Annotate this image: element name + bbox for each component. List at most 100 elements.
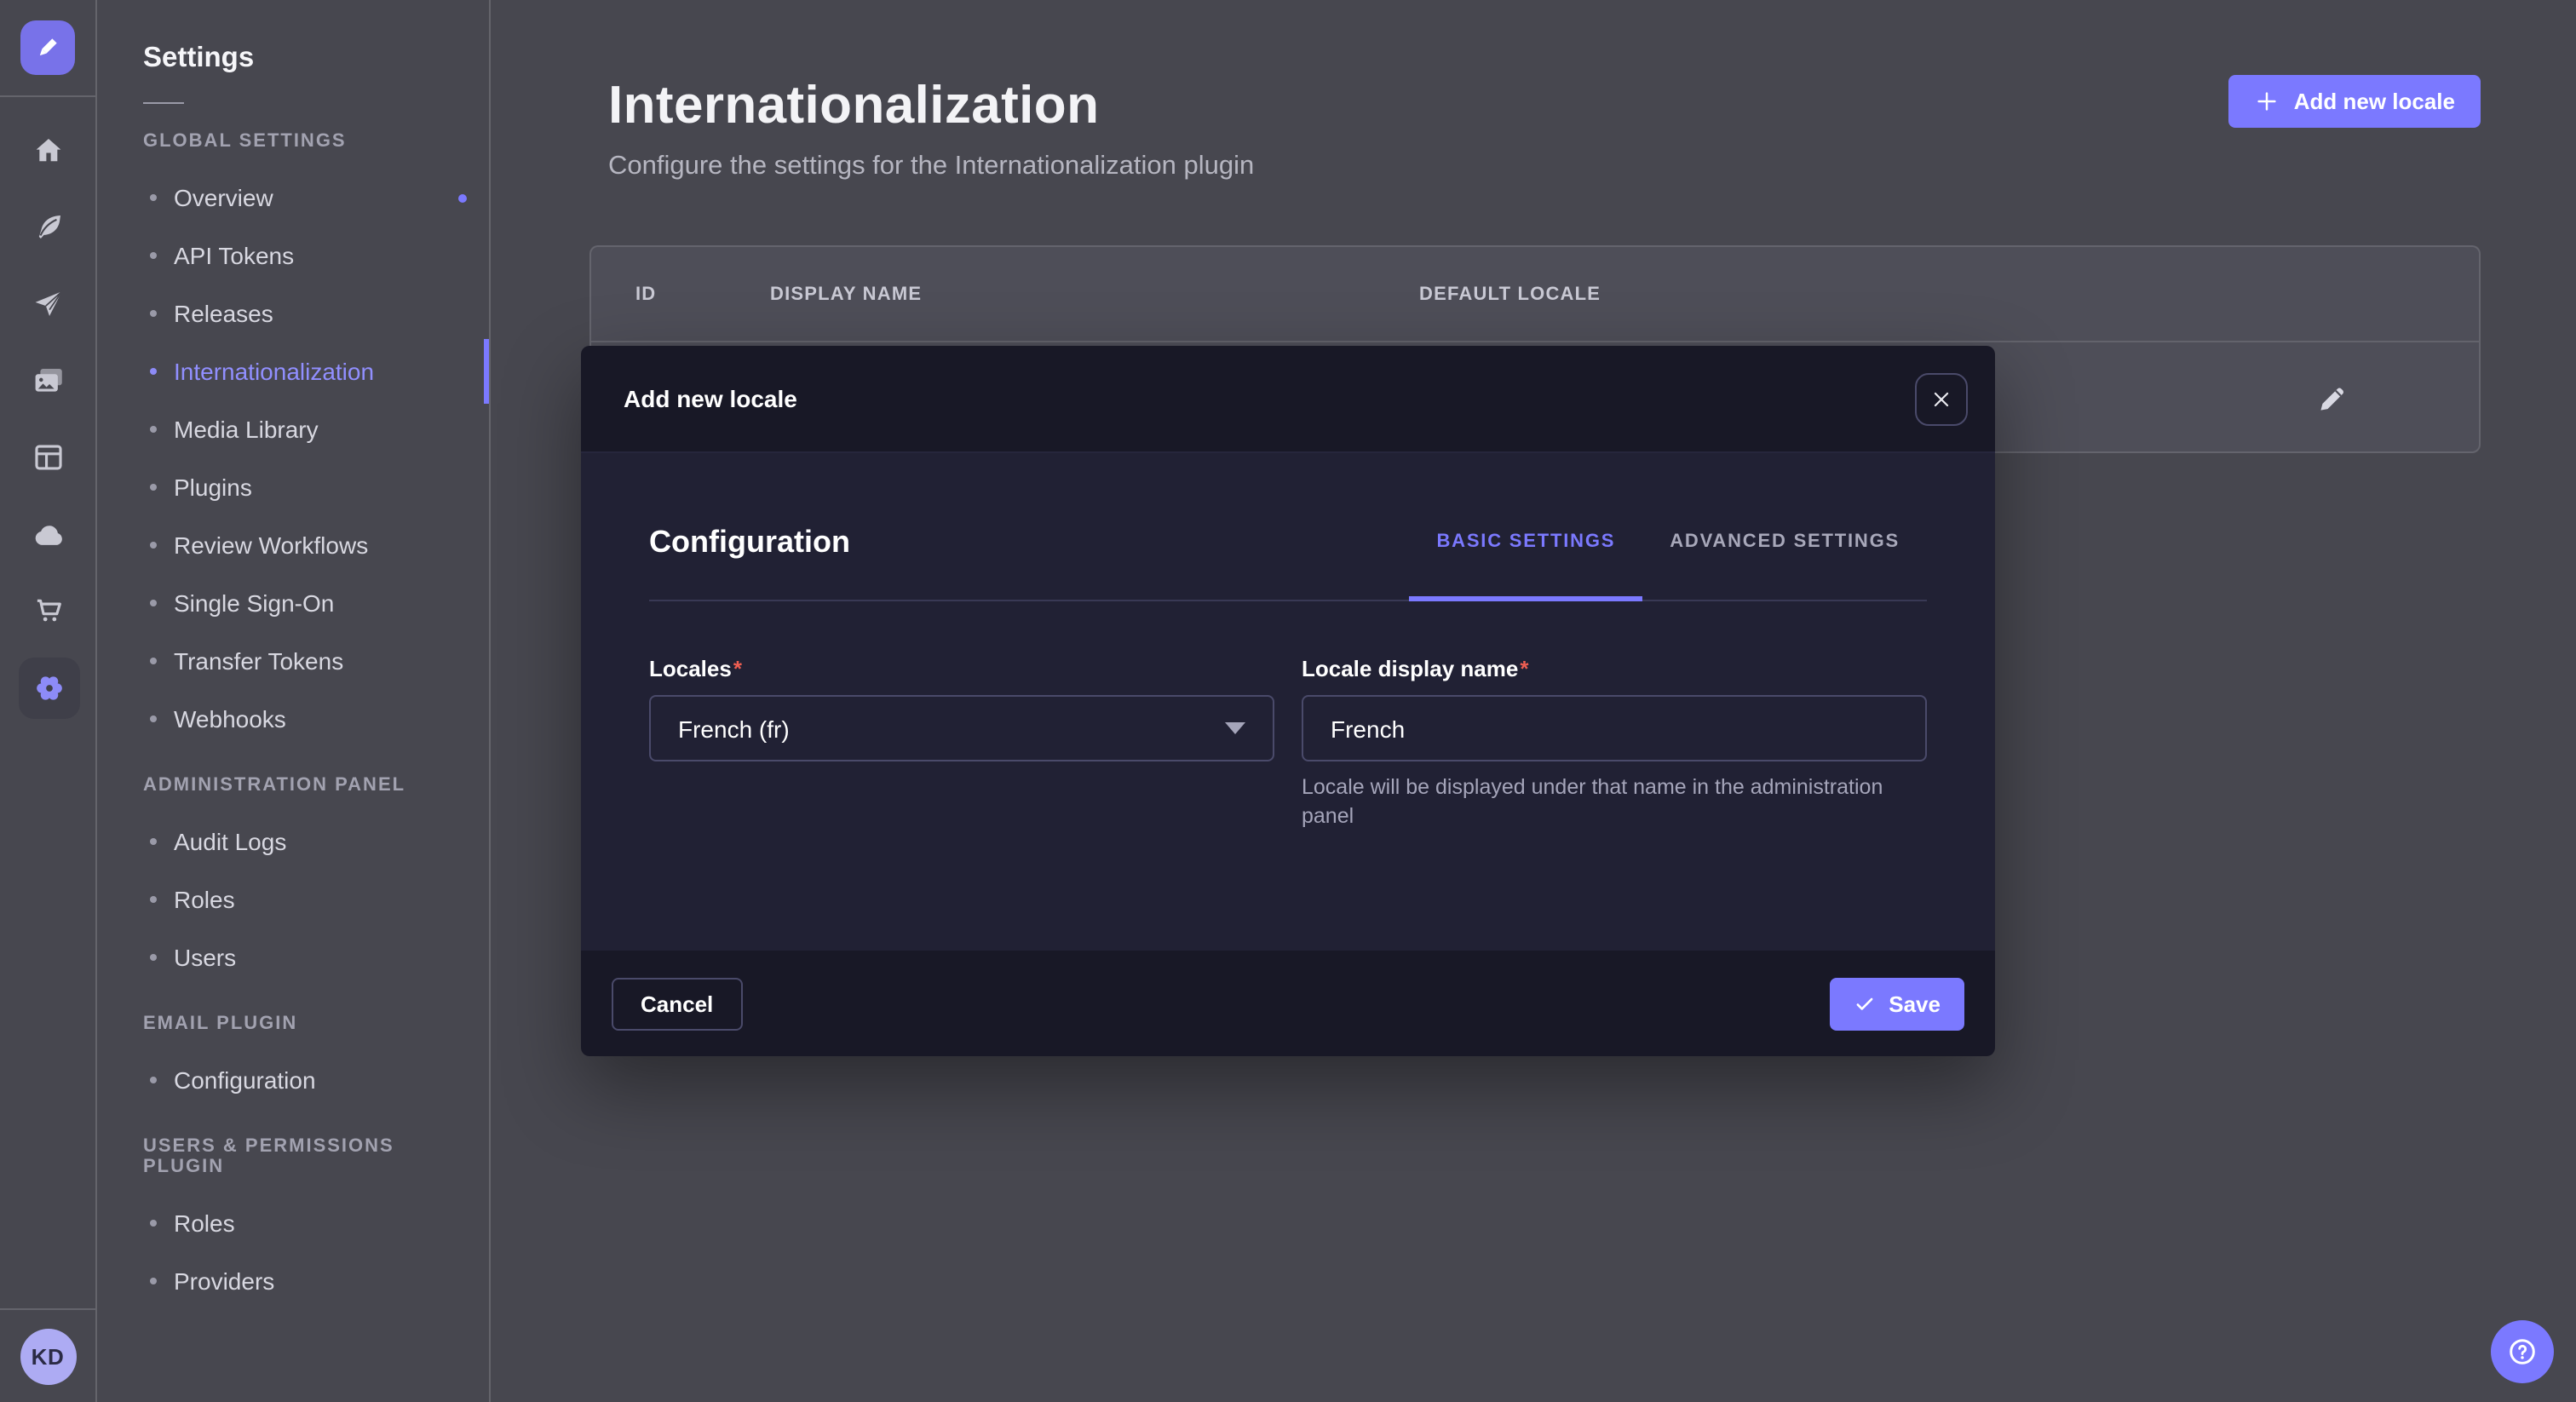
- sidebar-item-label: Media Library: [174, 416, 319, 443]
- logo-container: [0, 0, 95, 97]
- locales-select[interactable]: French (fr): [649, 695, 1274, 761]
- close-modal-button[interactable]: [1915, 372, 1968, 425]
- column-header-default-locale: DEFAULT LOCALE: [1419, 284, 2479, 304]
- settings-gear-icon[interactable]: [0, 649, 97, 726]
- sidebar-item-label: Review Workflows: [174, 531, 368, 559]
- display-name-input[interactable]: [1302, 695, 1927, 761]
- sidebar-item-label: Webhooks: [174, 705, 286, 733]
- cart-icon[interactable]: [0, 572, 97, 649]
- bullet-icon: [150, 1220, 157, 1227]
- plus-icon: [2255, 89, 2280, 114]
- bullet-icon: [150, 484, 157, 491]
- sidebar-item-review-workflows[interactable]: Review Workflows: [97, 516, 489, 574]
- cancel-button[interactable]: Cancel: [612, 977, 742, 1030]
- sidebar-item-label: Single Sign-On: [174, 589, 334, 617]
- display-name-hint: Locale will be displayed under that name…: [1302, 773, 1927, 830]
- tab-advanced-settings[interactable]: ADVANCED SETTINGS: [1642, 523, 1927, 560]
- bullet-icon: [150, 426, 157, 433]
- edit-locale-button[interactable]: [2312, 380, 2353, 421]
- sidebar-item-releases[interactable]: Releases: [97, 284, 489, 342]
- modal-title: Add new locale: [624, 385, 797, 412]
- bullet-icon: [150, 368, 157, 375]
- sidebar-item-label: Plugins: [174, 474, 252, 501]
- close-icon: [1930, 388, 1952, 410]
- sidebar-item-media-library[interactable]: Media Library: [97, 400, 489, 458]
- sidebar-item-label: Audit Logs: [174, 828, 286, 855]
- sidebar-item-label: Users: [174, 944, 236, 971]
- bullet-icon: [150, 838, 157, 845]
- sidebar-item-plugins[interactable]: Plugins: [97, 458, 489, 516]
- bullet-icon: [150, 310, 157, 317]
- sidebar-item-webhooks[interactable]: Webhooks: [97, 690, 489, 748]
- modal-footer: Cancel Save: [581, 951, 1995, 1056]
- bullet-icon: [150, 1077, 157, 1083]
- sidebar-item-up-roles[interactable]: Roles: [97, 1194, 489, 1252]
- notification-dot: [458, 193, 467, 202]
- feather-icon[interactable]: [0, 189, 97, 266]
- strapi-logo[interactable]: [20, 20, 75, 75]
- layout-icon[interactable]: [0, 419, 97, 496]
- settings-tabs: BASIC SETTINGS ADVANCED SETTINGS: [1409, 523, 1927, 560]
- bullet-icon: [150, 1278, 157, 1284]
- sidebar-item-label: Internationalization: [174, 358, 374, 385]
- paper-plane-icon[interactable]: [0, 266, 97, 342]
- locales-label-text: Locales: [649, 656, 732, 681]
- form-fields-row: Locales * French (fr) Locale display name…: [649, 656, 1927, 830]
- section-label: USERS & PERMISSIONS PLUGIN: [143, 1136, 467, 1177]
- home-icon[interactable]: [0, 112, 97, 189]
- modal-header: Add new locale: [581, 346, 1995, 453]
- sidebar-item-audit-logs[interactable]: Audit Logs: [97, 813, 489, 871]
- bullet-icon: [150, 542, 157, 549]
- cloud-icon[interactable]: [0, 496, 97, 572]
- add-new-locale-button[interactable]: Add new locale: [2229, 75, 2481, 128]
- locales-select-value: French (fr): [678, 715, 790, 742]
- settings-subnav: Settings GLOBAL SETTINGS Overview API To…: [97, 0, 491, 1402]
- display-name-field: Locale display name* Locale will be disp…: [1302, 656, 1927, 830]
- configuration-title: Configuration: [649, 525, 850, 560]
- chevron-down-icon: [1225, 722, 1245, 734]
- column-header-display-name: DISPLAY NAME: [770, 284, 1419, 304]
- add-new-locale-label: Add new locale: [2294, 89, 2455, 114]
- sidebar-item-up-providers[interactable]: Providers: [97, 1252, 489, 1310]
- add-locale-modal: Add new locale Configuration BASIC SETTI…: [581, 346, 1995, 1056]
- sidebar-item-transfer-tokens[interactable]: Transfer Tokens: [97, 632, 489, 690]
- sidebar-item-admin-users[interactable]: Users: [97, 928, 489, 986]
- bullet-icon: [150, 252, 157, 259]
- subnav-section-email-plugin: EMAIL PLUGIN Configuration: [97, 1014, 489, 1109]
- sidebar-item-label: Transfer Tokens: [174, 647, 343, 675]
- icon-sidebar: KD: [0, 0, 97, 1402]
- required-asterisk: *: [1520, 656, 1528, 681]
- sidebar-item-api-tokens[interactable]: API Tokens: [97, 227, 489, 284]
- sidebar-item-internationalization[interactable]: Internationalization: [97, 342, 489, 400]
- icon-sidebar-nav: [0, 97, 95, 726]
- bullet-icon: [150, 194, 157, 201]
- page-subtitle: Configure the settings for the Internati…: [608, 152, 2576, 182]
- bullet-icon: [150, 658, 157, 664]
- save-button[interactable]: Save: [1829, 977, 1964, 1030]
- section-label: EMAIL PLUGIN: [143, 1014, 467, 1034]
- media-pictures-icon[interactable]: [0, 342, 97, 419]
- sidebar-item-label: Configuration: [174, 1066, 316, 1094]
- sidebar-item-overview[interactable]: Overview: [97, 169, 489, 227]
- help-button[interactable]: [2491, 1320, 2554, 1383]
- help-icon: [2504, 1334, 2540, 1370]
- section-label: GLOBAL SETTINGS: [143, 131, 467, 152]
- subnav-title-divider: [143, 102, 184, 104]
- sidebar-item-admin-roles[interactable]: Roles: [97, 871, 489, 928]
- section-label: ADMINISTRATION PANEL: [143, 775, 467, 796]
- column-header-id: ID: [635, 284, 770, 304]
- subnav-section-global: GLOBAL SETTINGS Overview API Tokens Rele…: [97, 131, 489, 748]
- bullet-icon: [150, 715, 157, 722]
- sidebar-item-label: Roles: [174, 1210, 235, 1237]
- subnav-title: Settings: [143, 43, 489, 75]
- display-name-label-text: Locale display name: [1302, 656, 1518, 681]
- strapi-logo-icon: [31, 31, 65, 65]
- user-avatar[interactable]: KD: [20, 1328, 76, 1384]
- bullet-icon: [150, 600, 157, 606]
- save-button-label: Save: [1889, 991, 1941, 1016]
- sidebar-item-email-configuration[interactable]: Configuration: [97, 1051, 489, 1109]
- tab-basic-settings[interactable]: BASIC SETTINGS: [1409, 523, 1642, 560]
- bullet-icon: [150, 954, 157, 961]
- sidebar-item-single-sign-on[interactable]: Single Sign-On: [97, 574, 489, 632]
- bullet-icon: [150, 896, 157, 903]
